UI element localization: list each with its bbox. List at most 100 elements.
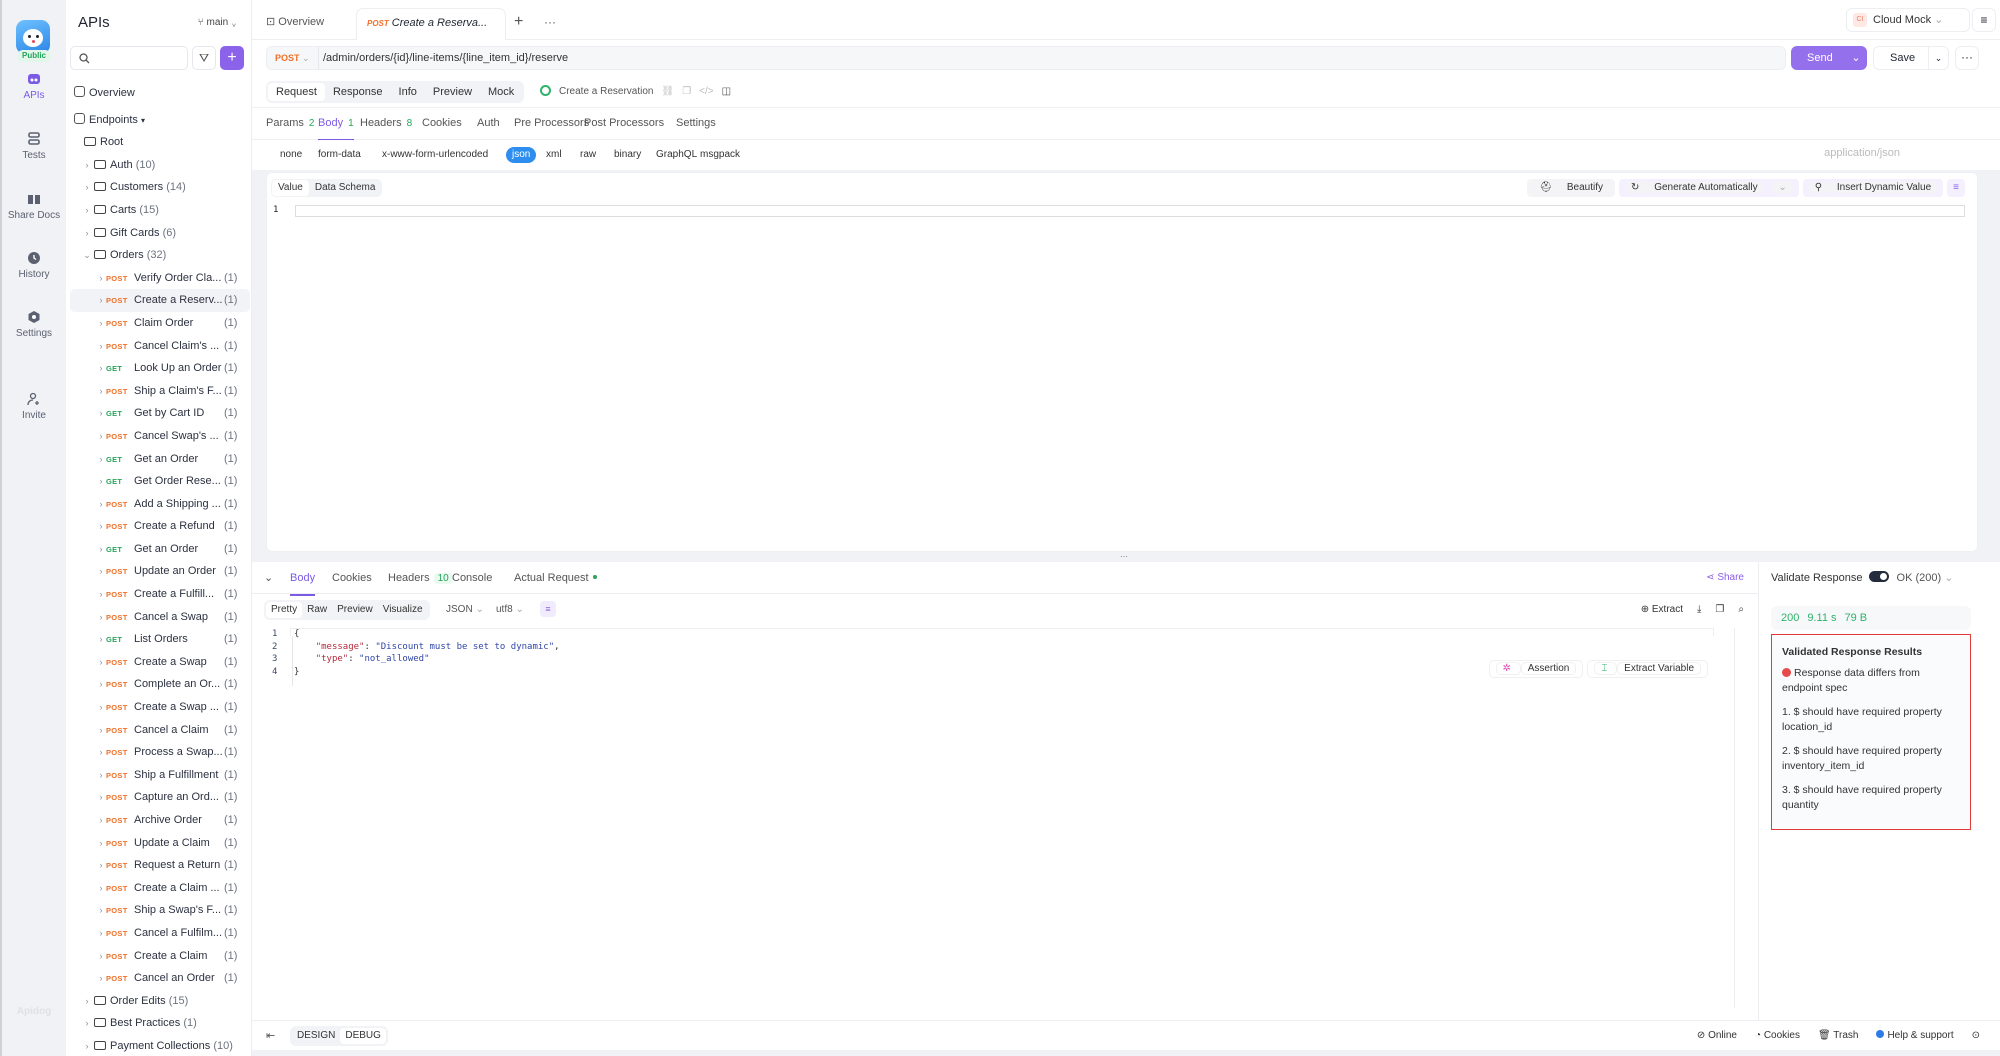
tree-folder[interactable]: › Customers (14) bbox=[70, 176, 250, 199]
collapse-chevron-icon[interactable]: ⌄ bbox=[264, 562, 273, 594]
tab-value[interactable]: Value bbox=[272, 180, 309, 196]
more-options-button[interactable]: ··· bbox=[1955, 46, 1979, 70]
generate-automatically-button[interactable]: ↻ Generate Automatically ⌄ bbox=[1619, 179, 1799, 197]
tree-request[interactable]: › POST Process a Swap...(1) bbox=[70, 741, 250, 764]
tab-body[interactable]: Body 1 bbox=[318, 108, 354, 141]
chevron-down-icon[interactable]: ⌄ bbox=[1845, 46, 1867, 70]
tree-request[interactable]: › POST Request a Return (1) bbox=[70, 854, 250, 877]
tree-request[interactable]: › GET Look Up an Order (1) bbox=[70, 357, 250, 380]
project-avatar[interactable] bbox=[16, 20, 50, 54]
tab-data-schema[interactable]: Data Schema bbox=[309, 180, 382, 196]
tree-request[interactable]: › POST Cancel Swap's ... (1) bbox=[70, 425, 250, 448]
request-body-editor[interactable]: Value Data Schema ⛑ Beautify ↻ Generate … bbox=[266, 172, 1978, 552]
body-type-xml[interactable]: xml bbox=[546, 147, 562, 163]
mode-tab-mock[interactable]: Mock bbox=[480, 83, 522, 101]
tab-post-processors[interactable]: Post Processors bbox=[584, 108, 664, 138]
filter-button[interactable]: ⛛ bbox=[192, 46, 216, 70]
tree-request[interactable]: › POST Create a Swap ... (1) bbox=[70, 696, 250, 719]
save-button[interactable]: Save ⌄ bbox=[1873, 46, 1949, 70]
mode-tab-response[interactable]: Response bbox=[325, 83, 391, 101]
response-tab-headers[interactable]: Headers 10 bbox=[388, 562, 453, 595]
tree-request[interactable]: › GET Get an Order (1) bbox=[70, 448, 250, 471]
rail-item-apis[interactable]: APIs bbox=[2, 72, 66, 101]
tree-request[interactable]: › POST Ship a Fulfillment (1) bbox=[70, 764, 250, 787]
mode-design[interactable]: DESIGN bbox=[292, 1028, 340, 1044]
tree-request[interactable]: › GET Get Order Rese... (1) bbox=[70, 470, 250, 493]
tree-request[interactable]: › POST Verify Order Cla... (1) bbox=[70, 267, 250, 290]
mode-tab-preview[interactable]: Preview bbox=[425, 83, 480, 101]
tree-request[interactable]: › POST Claim Order (1) bbox=[70, 312, 250, 335]
url-input[interactable]: /admin/orders/{id}/line-items/{line_item… bbox=[323, 47, 568, 69]
view-visualize[interactable]: Visualize bbox=[378, 602, 428, 618]
body-type-binary[interactable]: binary bbox=[614, 147, 641, 163]
tree-endpoints[interactable]: Endpoints ▾ bbox=[70, 109, 250, 132]
tree-request[interactable]: › POST Archive Order (1) bbox=[70, 809, 250, 832]
sidebar-search[interactable] bbox=[70, 46, 188, 70]
view-pretty[interactable]: Pretty bbox=[266, 602, 303, 618]
cookies-button[interactable]: ◔ Cookies bbox=[1755, 1021, 1800, 1051]
tree-request[interactable]: › POST Create a Fulfill... (1) bbox=[70, 583, 250, 606]
response-scrollbar[interactable] bbox=[1734, 628, 1735, 1008]
body-type-x-www-form-urlencoded[interactable]: x-www-form-urlencoded bbox=[382, 147, 488, 163]
view-preview[interactable]: Preview bbox=[332, 602, 378, 618]
wrap-icon[interactable]: ≡ bbox=[1947, 179, 1965, 197]
copy-icon[interactable]: ❐ bbox=[1715, 602, 1724, 618]
tab-pre-processors[interactable]: Pre Processors bbox=[514, 108, 589, 138]
body-type-graphql[interactable]: GraphQL bbox=[656, 147, 697, 163]
tree-request[interactable]: › POST Create a Claim (1) bbox=[70, 945, 250, 968]
mode-tab-info[interactable]: Info bbox=[391, 83, 425, 101]
body-type-msgpack[interactable]: msgpack bbox=[700, 147, 740, 163]
new-tab-button[interactable]: + bbox=[514, 8, 523, 40]
tree-folder[interactable]: › Best Practices (1) bbox=[70, 1012, 250, 1035]
tree-folder[interactable]: › Gift Cards (6) bbox=[70, 222, 250, 245]
split-view-icon[interactable]: ◫ bbox=[722, 86, 731, 97]
response-tab-cookies[interactable]: Cookies bbox=[332, 562, 372, 594]
tree-request[interactable]: › POST Complete an Or... (1) bbox=[70, 673, 250, 696]
body-type-none[interactable]: none bbox=[280, 147, 302, 163]
url-bar[interactable]: POST ⌄ /admin/orders/{id}/line-items/{li… bbox=[266, 46, 1786, 70]
rail-item-invite[interactable]: Invite bbox=[2, 392, 66, 421]
tree-request[interactable]: › GET Get an Order (1) bbox=[70, 538, 250, 561]
extract-variable-button[interactable]: ⌶ Extract Variable bbox=[1587, 660, 1708, 678]
rail-item-share-docs[interactable]: Share Docs bbox=[2, 192, 66, 221]
validate-toggle[interactable] bbox=[1868, 571, 1889, 582]
response-tab-console[interactable]: Console bbox=[452, 562, 492, 594]
tree-request[interactable]: › POST Create a Claim ... (1) bbox=[70, 877, 250, 900]
send-button[interactable]: Send ⌄ bbox=[1791, 46, 1867, 70]
tree-folder[interactable]: › Payment Collections (10) bbox=[70, 1035, 250, 1056]
tree-folder-orders[interactable]: ⌄ Orders (32) bbox=[70, 244, 250, 267]
view-raw[interactable]: Raw bbox=[302, 602, 332, 618]
search-input[interactable] bbox=[93, 49, 183, 67]
body-type-raw[interactable]: raw bbox=[580, 147, 596, 163]
environment-selector[interactable]: CI Cloud Mock ⌄ bbox=[1846, 8, 1970, 32]
tree-request[interactable]: › GET List Orders (1) bbox=[70, 628, 250, 651]
trash-button[interactable]: 🗑︎ Trash bbox=[1818, 1021, 1859, 1051]
tree-request[interactable]: › POST Update a Claim (1) bbox=[70, 832, 250, 855]
editor-input[interactable] bbox=[295, 205, 1965, 217]
help-support-button[interactable]: Help & support bbox=[1876, 1021, 1954, 1051]
tree-request[interactable]: › GET Get by Cart ID (1) bbox=[70, 402, 250, 425]
insert-dynamic-value-button[interactable]: ⚲ Insert Dynamic Value bbox=[1802, 179, 1944, 197]
tree-request[interactable]: › POST Ship a Claim's F... (1) bbox=[70, 380, 250, 403]
tree-request[interactable]: › POST Cancel a Claim (1) bbox=[70, 719, 250, 742]
rail-item-history[interactable]: History bbox=[2, 251, 66, 280]
encoding-select[interactable]: utf8 ⌄ bbox=[496, 602, 524, 618]
tree-request[interactable]: › POST Update an Order (1) bbox=[70, 560, 250, 583]
tree-request[interactable]: › POST Cancel a Swap (1) bbox=[70, 606, 250, 629]
assertion-button[interactable]: ✲ Assertion bbox=[1488, 660, 1584, 678]
tree-folder[interactable]: › Carts (15) bbox=[70, 199, 250, 222]
tab-cookies[interactable]: Cookies bbox=[422, 108, 462, 138]
chevron-down-icon[interactable]: ⌄ bbox=[1928, 47, 1948, 69]
response-tab-actual-request[interactable]: Actual Request bbox=[514, 562, 597, 594]
extract-button[interactable]: ⊕ Extract bbox=[1641, 602, 1683, 618]
collapse-sidebar-icon[interactable]: ⇤ bbox=[266, 1029, 275, 1042]
tree-request[interactable]: › POST Cancel a Fulfilm... (1) bbox=[70, 922, 250, 945]
tree-request[interactable]: › POST Cancel Claim's ... (1) bbox=[70, 335, 250, 358]
tab-params[interactable]: Params 2 bbox=[266, 108, 314, 139]
response-code[interactable]: 1{2 "message": "Discount must be set to … bbox=[264, 628, 1724, 1008]
body-type-form-data[interactable]: form-data bbox=[318, 147, 361, 163]
download-icon[interactable]: ⤓ bbox=[1697, 602, 1701, 618]
rail-item-tests[interactable]: Tests bbox=[2, 132, 66, 161]
tabs-more-button[interactable]: ··· bbox=[544, 8, 556, 40]
tab-create-reservation[interactable]: POST Create a Reserva... bbox=[356, 8, 506, 40]
